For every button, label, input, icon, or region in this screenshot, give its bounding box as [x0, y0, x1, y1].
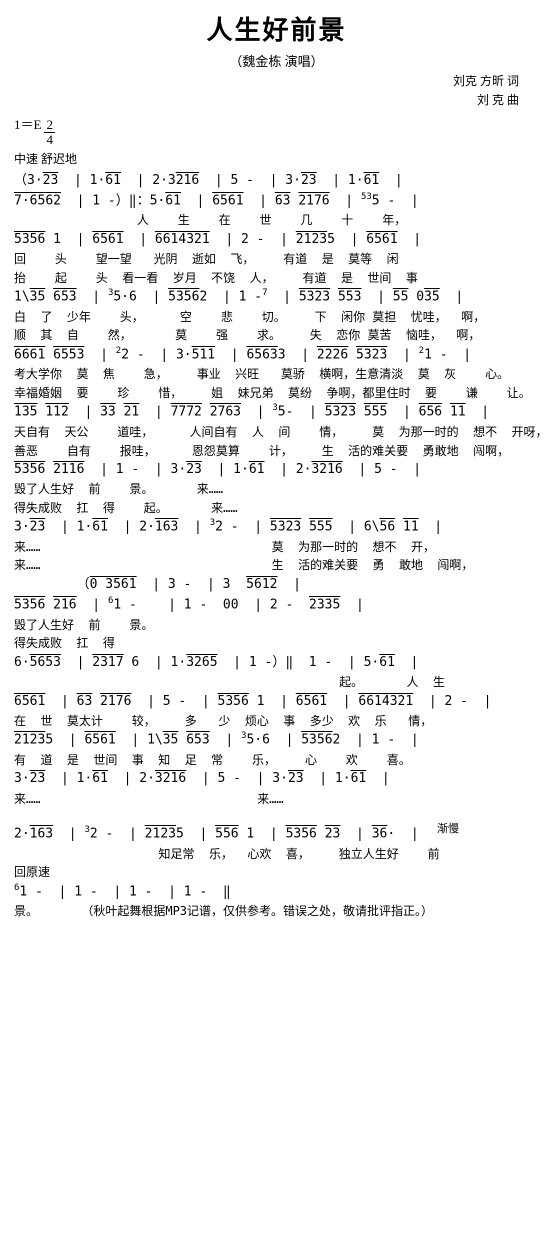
- line-16: 61 - | 1 - | 1 - | 1 - ‖: [14, 882, 539, 902]
- line-3-l1: 回 头 望一望 光阴 逝如 飞， 有道 是 莫等 闲: [14, 250, 539, 269]
- music-sheet: 人生好前景 （魏金栋 演唱） 刘克 方昕 词 刘 克 曲 1＝E 2 4 中速 …: [12, 10, 541, 921]
- line-12-l1: 在 世 莫太计 较， 多 少 烦心 事 多少 欢 乐 情，: [14, 712, 539, 731]
- author-line2: 刘 克 曲: [14, 91, 539, 108]
- key-indicator: 1＝E: [14, 114, 41, 133]
- line-10-l1: 毁了人生好 前 景。: [14, 616, 539, 635]
- line-13-l1: 有 道 是 世间 事 知 足 常 乐， 心 欢 喜。: [14, 751, 539, 770]
- line-5: 6661 6553 | 22 - | 3·511 | 65633 | 2226 …: [14, 345, 539, 365]
- song-subtitle: （魏金栋 演唱）: [14, 51, 539, 70]
- line-7-l2: 得失成败 扛 得 起。 来……: [14, 499, 539, 518]
- line-15-l1: 知足常 乐， 心欢 喜， 独立人生好 前: [14, 845, 539, 864]
- line-7: 5356 2116 | 1 - | 3·23 | 1·61 | 2·3216 |…: [14, 460, 539, 480]
- line-1: （3·23 | 1·61 | 2·3216 | 5 - | 3·23 | 1·6…: [14, 171, 539, 191]
- line-4: 1\35 653 | 35·6 | 53562 | 1 -7 | 5323 55…: [14, 287, 539, 307]
- line-4-l1: 白 了 少年 头， 空 悲 切。 下 闲你 莫担 忧哇， 啊，: [14, 308, 539, 327]
- line-3: 5356 1 | 6561 | 6614321 | 2 - | 21235 | …: [14, 230, 539, 250]
- line-8-l2: 来…… 生 活的难关要 勇 敢地 闯啊，: [14, 556, 539, 575]
- line-2-lyrics: 人 生 在 世 几 十 年，: [14, 211, 539, 230]
- line-16-label: 回原速: [14, 863, 539, 882]
- line-6: 135 112 | 33 21 | 7772 2763 | 35- | 5323…: [14, 402, 539, 422]
- line-13: 21235 | 6561 | 1\35 653 | 35·6 | 53562 |…: [14, 730, 539, 750]
- line-7-l1: 毁了人生好 前 景。 来……: [14, 480, 539, 499]
- line-2: 7·6562 | 1 -）‖：5·61 | 6561 | 63 2176 | 5…: [14, 191, 539, 211]
- line-4-l2: 顺 其 自 然， 莫 强 求。 失 恋你 莫苦 恼哇， 啊，: [14, 326, 539, 345]
- line-12: 6561 | 63 2176 | 5 - | 5356 1 | 6561 | 6…: [14, 692, 539, 712]
- author-line1: 刘克 方昕 词: [14, 72, 539, 89]
- line-5-l1: 考大学你 莫 焦 急， 事业 兴旺 莫骄 横啊，生意清淡 莫 灰 心。: [14, 365, 539, 384]
- line-11: 6·5653 | 2317 6 | 1·3265 | 1 -）‖ 1 - | 5…: [14, 653, 539, 673]
- time-signature: 2 4: [44, 118, 55, 148]
- line-14: 3·23 | 1·61 | 2·3216 | 5 - | 3·23 | 1·61…: [14, 769, 539, 789]
- song-title: 人生好前景: [14, 10, 539, 47]
- line-15: 2·163 | 32 - | 21235 | 556 1 | 5356 23 |…: [14, 824, 539, 844]
- line-5-l2: 幸福婚姻 要 珍 惜， 姐 妹兄弟 莫纷 争啊，都里住时 要 谦 让。: [14, 384, 539, 403]
- line-16-l1: 景。 （秋叶起舞根据MP3记谱，仅供参考。错误之处，敬请批评指正。）: [14, 902, 539, 921]
- line-11-l1: 起。 人 生: [14, 673, 539, 692]
- tempo-slow: 渐慢: [437, 820, 459, 836]
- line-6-l1: 天自有 天公 道哇， 人间自有 人 间 情， 莫 为那一时的 想不 开呀，: [14, 423, 539, 442]
- line-14-l1: 来…… 来……: [14, 790, 539, 809]
- line-6-l2: 善恶 自有 报哇， 恩怨莫算 计， 生 活的难关要 勇敢地 闯啊，: [14, 442, 539, 461]
- tempo-marking: 中速 舒迟地: [14, 150, 539, 167]
- line-8-l1: 来…… 莫 为那一时的 想不 开，: [14, 538, 539, 557]
- line-10-l2: 得失成败 扛 得: [14, 634, 539, 653]
- line-8: 3·23 | 1·61 | 2·163 | 32 - | 5323 555 | …: [14, 517, 539, 537]
- line-10: 5356 216 | 61 - | 1 - 00 | 2 - 2335 |: [14, 595, 539, 615]
- line-3-l2: 抬 起 头 看一看 岁月 不饶 人， 有道 是 世间 事: [14, 269, 539, 288]
- notation-area: （3·23 | 1·61 | 2·3216 | 5 - | 3·23 | 1·6…: [14, 171, 539, 921]
- line-9: （0 3561 | 3 - | 3 5612 |: [14, 575, 539, 595]
